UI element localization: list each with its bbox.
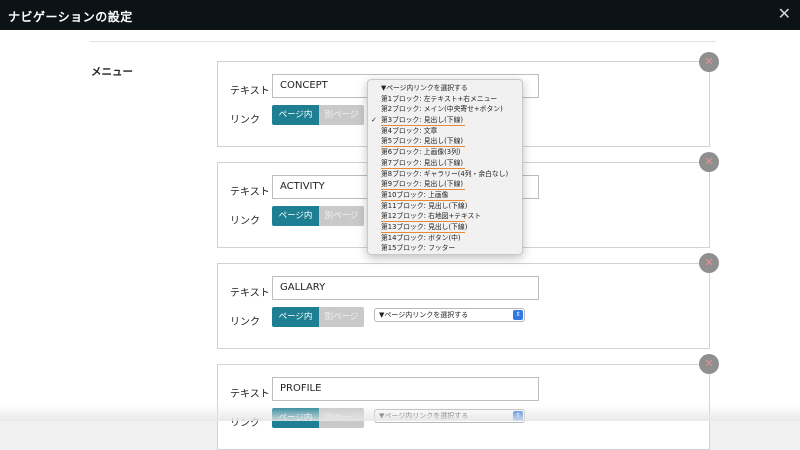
close-icon[interactable]: ✕ (778, 5, 791, 23)
dropdown-option-label: 第10ブロック: 上画像 (381, 190, 449, 199)
dropdown-option[interactable]: 第5ブロック: 見出し(下線) (368, 136, 522, 148)
chevron-updown-icon: ⇕ (513, 310, 523, 320)
dropdown-option-label: 第13ブロック: 見出し(下線) (381, 222, 468, 231)
dropdown-option[interactable]: 第12ブロック: 右地図+テキスト (368, 211, 522, 222)
dropdown-option-label: 第9ブロック: 見出し(下線) (381, 180, 464, 189)
dropdown-option[interactable]: 第9ブロック: 見出し(下線) (368, 179, 522, 190)
link-dropdown-menu[interactable]: ▼ページ内リンクを選択する第1ブロック: 左テキスト+右メニュー 第2ブロック: … (367, 79, 523, 255)
dropdown-option-label: 第4ブロック: 文章 (381, 126, 438, 135)
text-input[interactable]: GALLARY (272, 276, 539, 300)
dropdown-option-label: 第8ブロック: ギャラリー(4列・余白なし) (381, 169, 509, 178)
link-label: リンク (230, 418, 260, 429)
window-title: ナビゲーションの設定 (8, 10, 133, 24)
link-label: リンク (230, 317, 260, 328)
dropdown-option-label: 第14ブロック: ボタン(中) (381, 233, 461, 242)
dropdown-option[interactable]: 第6ブロック: 上画像(3列) (368, 147, 522, 158)
other-page-button[interactable]: 別ページ (319, 105, 364, 125)
dropdown-option[interactable]: 第8ブロック: ギャラリー(4列・余白なし) (368, 169, 522, 180)
dropdown-option-placeholder[interactable]: ▼ページ内リンクを選択する (368, 83, 522, 94)
text-label: テキスト (230, 288, 270, 299)
dropdown-option[interactable]: 第10ブロック: 上画像 (368, 190, 522, 201)
dropdown-option-label: 第3ブロック: 見出し(下線) (381, 116, 464, 125)
menu-item-card: テキスト PROFILE リンク ページ内 別ページ ▼ページ内リンクを選択する… (217, 364, 710, 450)
dropdown-option-label: 第15ブロック: フッター (381, 244, 456, 253)
other-page-button[interactable]: 別ページ (319, 307, 364, 327)
link-label: リンク (230, 216, 260, 227)
dropdown-option[interactable]: ✓ 第3ブロック: 見出し(下線) (368, 115, 522, 126)
dropdown-option[interactable]: 第15ブロック: フッター (368, 243, 522, 254)
dropdown-option-label: 第6ブロック: 上画像(3列) (381, 148, 461, 157)
page-inner-button[interactable]: ページ内 (272, 307, 319, 327)
dropdown-option-label: ▼ページ内リンクを選択する (381, 84, 468, 92)
checkmark-icon: ✓ (371, 116, 377, 125)
delete-icon[interactable]: ✕ (699, 152, 719, 172)
page-inner-button[interactable]: ページ内 (272, 105, 319, 125)
divider (90, 41, 716, 42)
page-inner-button[interactable]: ページ内 (272, 408, 319, 428)
delete-icon[interactable]: ✕ (699, 354, 719, 374)
link-select-value: ▼ページ内リンクを選択する (379, 412, 469, 420)
text-label: テキスト (230, 86, 270, 97)
dropdown-option[interactable]: 第4ブロック: 文章 (368, 126, 522, 137)
titlebar: ナビゲーションの設定 ✕ (0, 0, 800, 30)
dropdown-option[interactable]: 第2ブロック: メイン(中央寄せ+ボタン) (368, 104, 522, 115)
other-page-button[interactable]: 別ページ (319, 206, 364, 226)
delete-icon[interactable]: ✕ (699, 253, 719, 273)
dropdown-option-label: 第11ブロック: 見出し(下線) (381, 201, 468, 210)
menu-item-card: テキスト GALLARY リンク ページ内 別ページ ▼ページ内リンクを選択する… (217, 263, 710, 349)
menu-section-label: メニュー (91, 66, 133, 78)
dropdown-option-label: 第1ブロック: 左テキスト+右メニュー (381, 94, 498, 103)
dropdown-option-label: 第12ブロック: 右地図+テキスト (381, 212, 482, 221)
link-select-value: ▼ページ内リンクを選択する (379, 311, 469, 319)
link-select[interactable]: ▼ページ内リンクを選択する ⇕ (374, 308, 525, 322)
chevron-updown-icon: ⇕ (513, 411, 523, 421)
other-page-button[interactable]: 別ページ (319, 408, 364, 428)
text-input[interactable]: PROFILE (272, 377, 539, 401)
delete-icon[interactable]: ✕ (699, 52, 719, 72)
dropdown-option[interactable]: 第13ブロック: 見出し(下線) (368, 222, 522, 233)
text-label: テキスト (230, 389, 270, 400)
text-label: テキスト (230, 187, 270, 198)
dropdown-option[interactable]: 第1ブロック: 左テキスト+右メニュー (368, 94, 522, 105)
dropdown-option[interactable]: 第11ブロック: 見出し(下線) (368, 201, 522, 212)
link-label: リンク (230, 115, 260, 126)
dropdown-option-label: 第5ブロック: 見出し(下線) (381, 137, 464, 146)
dropdown-option[interactable]: 第14ブロック: ボタン(中) (368, 233, 522, 244)
dropdown-option-label: 第2ブロック: メイン(中央寄せ+ボタン) (381, 105, 503, 114)
dropdown-option-label: 第7ブロック: 見出し(下線) (381, 158, 464, 167)
dropdown-option[interactable]: 第7ブロック: 見出し(下線) (368, 158, 522, 169)
page-inner-button[interactable]: ページ内 (272, 206, 319, 226)
